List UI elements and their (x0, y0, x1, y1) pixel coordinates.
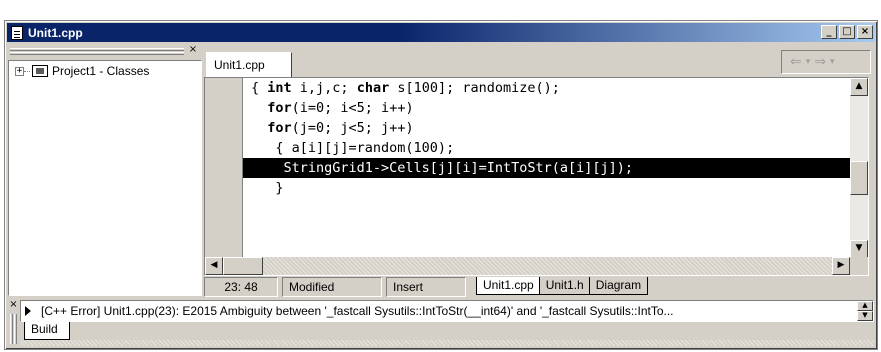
tree-item-project[interactable]: + Project1 - Classes (9, 61, 201, 78)
explorer-header: × (8, 44, 202, 60)
cursor-position: 23: 48 (204, 277, 278, 297)
editor-status-bar: 23: 48 Modified Insert Unit1.cpp Unit1.h… (204, 276, 877, 298)
code-editor: Unit1.cpp ⇐ ▾ ⇒ ▾ { int i,j,c; char s[10… (204, 44, 877, 298)
message-pointer-icon (25, 306, 31, 316)
minimize-button[interactable]: _ (821, 25, 837, 39)
insert-mode-indicator: Insert (386, 277, 466, 297)
keyword: for (267, 100, 292, 116)
explorer-grip[interactable] (10, 48, 184, 51)
code-text: StringGrid1->Cells[j][i]=IntToStr(a[i][j… (251, 160, 634, 176)
forward-dropdown-icon[interactable]: ▾ (830, 57, 835, 67)
code-text: s[100]; randomize(); (389, 80, 560, 96)
message-up-icon[interactable]: ▲ (857, 301, 873, 311)
error-message[interactable]: [C++ Error] Unit1.cpp(23): E2015 Ambigui… (41, 304, 859, 318)
messages-grip[interactable] (10, 314, 13, 344)
back-dropdown-icon[interactable]: ▾ (806, 57, 811, 67)
code-text: } (251, 180, 284, 196)
editor-tabs: Unit1.cpp ⇐ ▾ ⇒ ▾ (204, 44, 877, 78)
maximize-button[interactable]: □ (839, 25, 855, 39)
scroll-right-icon[interactable]: ▶ (832, 257, 850, 275)
explorer-close-icon[interactable]: × (187, 45, 199, 56)
code-line[interactable]: { int i,j,c; char s[100]; randomize(); (243, 78, 850, 98)
scroll-down-icon[interactable]: ▼ (850, 240, 868, 258)
code-text: i,j,c; (291, 80, 357, 96)
messages-close-icon[interactable]: × (8, 300, 19, 311)
horizontal-scroll-thumb[interactable] (223, 257, 263, 275)
tree-item-label: Project1 - Classes (52, 64, 150, 78)
class-explorer: × + Project1 - Classes (8, 44, 202, 296)
scroll-left-icon[interactable]: ◀ (205, 257, 223, 275)
class-tree: + Project1 - Classes (8, 60, 202, 296)
explorer-grip-line (10, 52, 184, 55)
messages-grip-line (14, 314, 17, 344)
code-text: (j=0; j<5; j++) (291, 120, 414, 136)
code-text: { a[i][j]=random(100); (251, 140, 455, 156)
back-arrow-icon[interactable]: ⇐ (790, 54, 802, 70)
ide-window: Unit1.cpp _ □ × × + Project1 - Classes U… (4, 20, 878, 350)
close-button[interactable]: × (857, 25, 873, 39)
tab-unit1-cpp[interactable]: Unit1.cpp (206, 52, 292, 78)
code-line[interactable]: } (243, 178, 850, 198)
messages-tab-strip (20, 340, 874, 346)
expand-icon[interactable]: + (15, 66, 24, 76)
editor-gutter[interactable] (205, 78, 243, 258)
navigation-buttons: ⇐ ▾ ⇒ ▾ (781, 50, 871, 74)
code-text-area[interactable]: { int i,j,c; char s[100]; randomize(); f… (243, 78, 850, 258)
tab-diagram[interactable]: Diagram (588, 277, 649, 295)
project-icon (32, 65, 48, 77)
forward-arrow-icon[interactable]: ⇒ (814, 54, 826, 70)
scroll-up-icon[interactable]: ▲ (850, 78, 868, 96)
message-list: [C++ Error] Unit1.cpp(23): E2015 Ambigui… (20, 300, 874, 322)
vertical-scroll-thumb[interactable] (850, 161, 868, 195)
code-line[interactable]: { a[i][j]=random(100); (243, 138, 850, 158)
tab-unit1-h[interactable]: Unit1.h (538, 277, 591, 295)
code-text: { (251, 80, 268, 96)
window-controls: _ □ × (821, 25, 873, 39)
scroll-corner (850, 257, 868, 275)
code-line[interactable]: for(i=0; i<5; i++) (243, 98, 850, 118)
message-pane: × [C++ Error] Unit1.cpp(23): E2015 Ambig… (8, 300, 874, 348)
code-text: (i=0; i<5; i++) (291, 100, 414, 116)
message-down-icon[interactable]: ▼ (857, 311, 873, 321)
tab-unit1-cpp-file[interactable]: Unit1.cpp (476, 277, 541, 295)
message-scroller: ▲ ▼ (857, 301, 873, 321)
keyword: for (267, 120, 292, 136)
window-title: Unit1.cpp (28, 25, 83, 40)
document-icon (11, 25, 23, 40)
code-line-selected[interactable]: StringGrid1->Cells[j][i]=IntToStr(a[i][j… (243, 158, 850, 178)
horizontal-scrollbar[interactable]: ◀ ▶ (205, 257, 850, 275)
keyword: int (267, 80, 292, 96)
code-line[interactable]: for(j=0; j<5; j++) (243, 118, 850, 138)
tree-connector (24, 70, 30, 72)
file-tabs: Unit1.cpp Unit1.h Diagram (476, 277, 649, 297)
title-bar: Unit1.cpp _ □ × (7, 23, 875, 42)
modified-indicator: Modified (282, 277, 382, 297)
vertical-scrollbar[interactable]: ▲ ▼ (850, 78, 868, 258)
code-frame: { int i,j,c; char s[100]; randomize(); f… (204, 77, 869, 276)
keyword: char (356, 80, 390, 96)
tab-build[interactable]: Build (24, 322, 70, 340)
